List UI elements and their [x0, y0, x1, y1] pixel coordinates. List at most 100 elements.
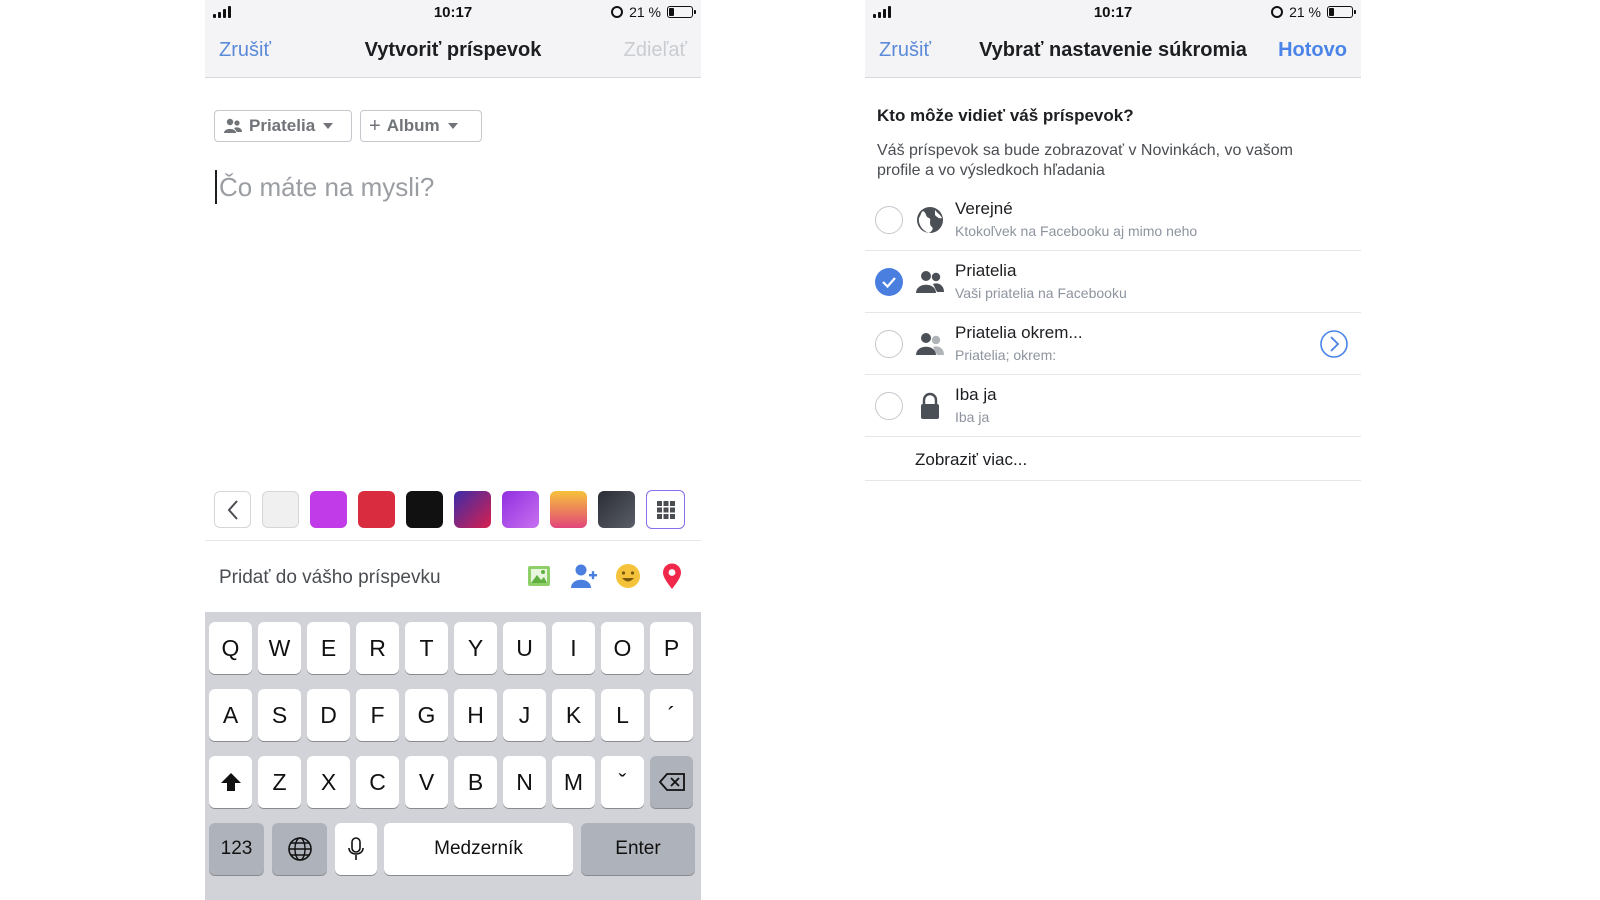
show-more-button[interactable]: Zobraziť viac... [865, 437, 1361, 481]
chevron-down-icon [323, 123, 334, 129]
key[interactable]: ´ [650, 689, 693, 741]
key[interactable]: M [552, 756, 595, 808]
key[interactable]: I [552, 622, 595, 674]
key[interactable]: H [454, 689, 497, 741]
key[interactable]: C [356, 756, 399, 808]
radio-button[interactable] [875, 206, 903, 234]
privacy-question: Kto môže vidieť váš príspevok? [877, 106, 1134, 125]
background-swatch[interactable] [262, 491, 299, 528]
key[interactable]: N [503, 756, 546, 808]
key[interactable]: X [307, 756, 350, 808]
key[interactable]: Z [258, 756, 301, 808]
audience-selector[interactable]: Priatelia [214, 110, 352, 142]
album-label: Album [386, 116, 440, 135]
show-more-label: Zobraziť viac... [915, 450, 1028, 469]
background-swatch[interactable] [598, 491, 635, 528]
key[interactable]: R [356, 622, 399, 674]
status-bar: 10:17 21 % [865, 0, 1361, 26]
enter-key[interactable]: Enter [581, 823, 695, 875]
shift-icon [220, 773, 241, 791]
numbers-key[interactable]: 123 [209, 823, 264, 875]
location-icon[interactable] [657, 561, 687, 591]
battery-icon [1327, 6, 1356, 18]
more-backgrounds-button[interactable] [646, 490, 685, 529]
key[interactable]: V [405, 756, 448, 808]
key[interactable]: T [405, 622, 448, 674]
backspace-icon [658, 773, 685, 791]
done-button[interactable]: Hotovo [1278, 39, 1347, 62]
option-subtitle: Priatelia; okrem: [955, 347, 1057, 363]
nav-bar: Zrušiť Vybrať nastavenie súkromia Hotovo [865, 26, 1361, 78]
audience-label: Priatelia [249, 116, 316, 135]
chevron-left-icon [227, 499, 238, 520]
key[interactable]: E [307, 622, 350, 674]
globe-icon [287, 837, 312, 861]
battery-icon [667, 6, 696, 18]
option-subtitle: Iba ja [955, 409, 990, 425]
key[interactable]: D [307, 689, 350, 741]
tag-people-icon[interactable] [569, 561, 599, 591]
battery-percent: 21 % [1289, 4, 1321, 20]
lock-icon [921, 392, 939, 419]
key[interactable]: J [503, 689, 546, 741]
key[interactable]: P [650, 622, 693, 674]
backspace-key[interactable] [650, 756, 693, 808]
key[interactable]: S [258, 689, 301, 741]
background-swatch[interactable] [310, 491, 347, 528]
privacy-option-friends-except[interactable]: Priatelia okrem... Priatelia; okrem: [865, 313, 1361, 375]
post-text-input[interactable]: Čo máte na mysli? [215, 170, 434, 204]
create-post-screen: 10:17 21 % Zrušiť Vytvoriť príspevok Zdi… [205, 0, 701, 900]
background-swatch[interactable] [454, 491, 491, 528]
key[interactable]: K [552, 689, 595, 741]
feeling-icon[interactable] [613, 561, 643, 591]
keyboard: Q W E R T Y U I O P A S D F G H J K L ´ … [205, 612, 701, 900]
privacy-option-public[interactable]: Verejné Ktokoľvek na Facebooku aj mimo n… [865, 189, 1361, 251]
background-picker [214, 490, 685, 529]
background-swatch[interactable] [550, 491, 587, 528]
radio-button[interactable] [875, 392, 903, 420]
chevron-right-icon[interactable] [1319, 329, 1349, 359]
friends-except-icon [916, 333, 944, 355]
key[interactable]: Q [209, 622, 252, 674]
radio-button[interactable] [875, 330, 903, 358]
space-key[interactable]: Medzerník [384, 823, 573, 875]
add-to-post-label: Pridať do vášho príspevku [219, 567, 441, 588]
shift-key[interactable] [209, 756, 252, 808]
album-selector[interactable]: + Album [360, 110, 482, 142]
option-title: Priatelia [955, 261, 1017, 280]
microphone-key[interactable] [335, 823, 377, 875]
key[interactable]: A [209, 689, 252, 741]
friends-icon [916, 271, 944, 293]
photo-icon[interactable] [525, 561, 555, 591]
key[interactable]: ˇ [601, 756, 644, 808]
key[interactable]: O [601, 622, 644, 674]
privacy-option-friends[interactable]: Priatelia Vaši priatelia na Facebooku [865, 251, 1361, 313]
key[interactable]: B [454, 756, 497, 808]
background-swatch[interactable] [358, 491, 395, 528]
privacy-option-only-me[interactable]: Iba ja Iba ja [865, 375, 1361, 437]
key[interactable]: Y [454, 622, 497, 674]
privacy-screen: 10:17 21 % Zrušiť Vybrať nastavenie súkr… [865, 0, 1361, 900]
nav-bar: Zrušiť Vytvoriť príspevok Zdieľať [205, 26, 701, 78]
radio-button-checked[interactable] [875, 268, 903, 296]
key[interactable]: U [503, 622, 546, 674]
chevron-down-icon [447, 123, 458, 129]
globe-icon [917, 207, 943, 233]
background-swatch[interactable] [502, 491, 539, 528]
friends-icon [224, 118, 242, 133]
grid-icon [656, 500, 675, 519]
add-to-post-bar[interactable]: Pridať do vášho príspevku [205, 540, 701, 612]
battery-percent: 21 % [629, 4, 661, 20]
option-title: Iba ja [955, 385, 997, 404]
key[interactable]: L [601, 689, 644, 741]
background-swatch[interactable] [406, 491, 443, 528]
checkmark-icon [882, 277, 896, 289]
microphone-icon [348, 837, 364, 860]
key[interactable]: F [356, 689, 399, 741]
back-chevron-button[interactable] [214, 491, 251, 528]
key[interactable]: W [258, 622, 301, 674]
key[interactable]: G [405, 689, 448, 741]
globe-key[interactable] [272, 823, 327, 875]
share-button[interactable]: Zdieľať [624, 39, 687, 62]
alarm-icon [1271, 6, 1284, 18]
